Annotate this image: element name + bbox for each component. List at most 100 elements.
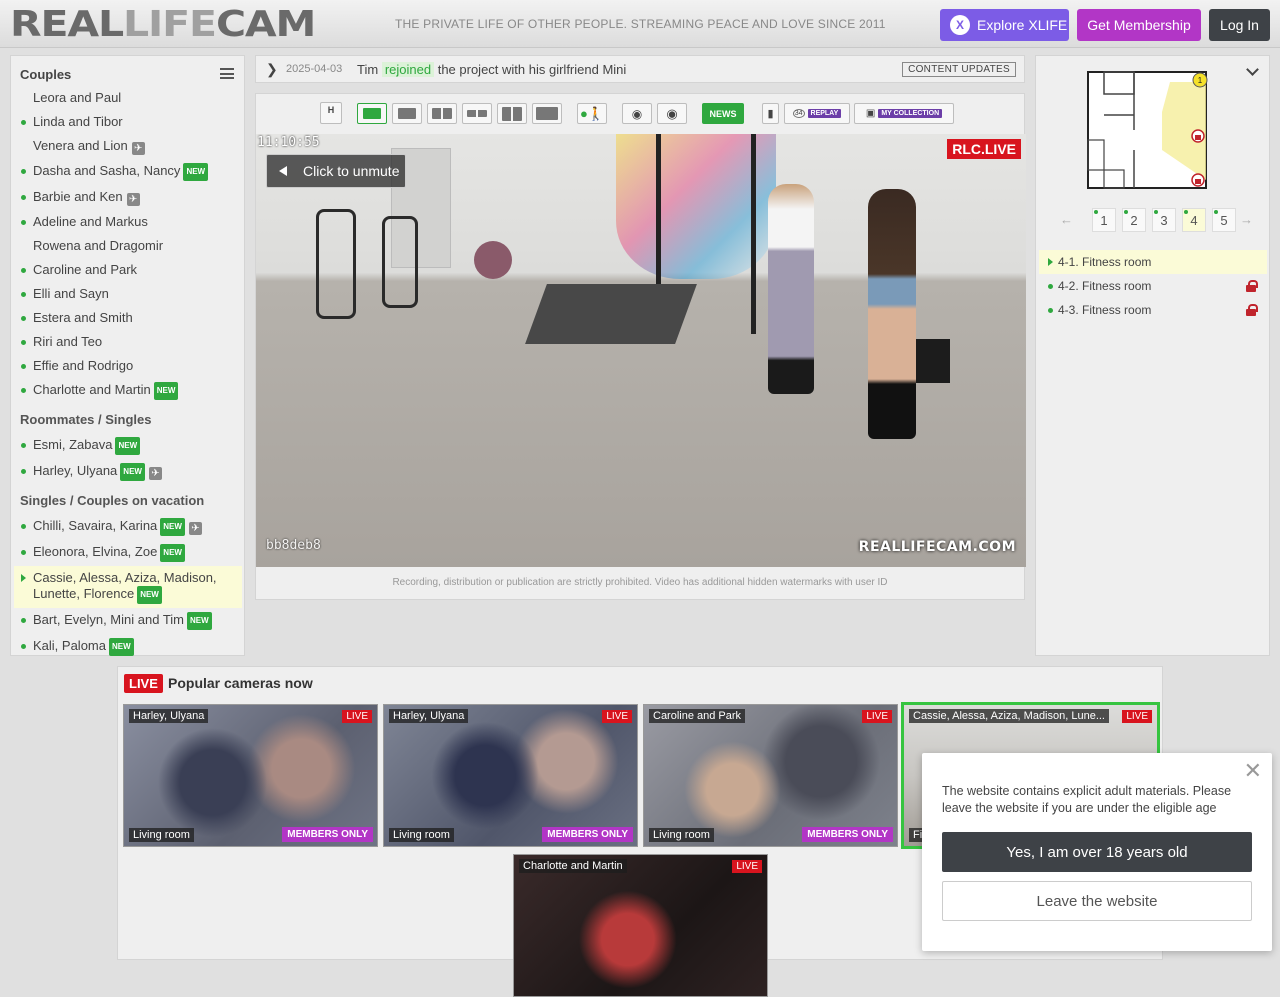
floorplan-map[interactable]: 1 [1086,70,1208,190]
layout-single-focus-button[interactable] [357,103,387,124]
roommates-heading: Roommates / Singles [20,412,152,427]
popular-live-badge: LIVE [124,674,163,693]
layout-4-button[interactable] [497,103,527,124]
my-collection-button[interactable]: ▣ MY COLLECTION [854,103,954,124]
site-logo[interactable]: REAL LIFE CAM [10,4,316,45]
sidebar-item[interactable]: Dasha and Sasha, Nancy NEW [14,159,242,185]
layout-2-button[interactable] [462,103,492,124]
sidebar-item[interactable]: Venera and Lion ✈ [14,134,242,159]
page-number: 2 [1130,212,1138,228]
online-dot-icon [1124,210,1128,214]
camera-thumbnail[interactable]: Caroline and Park LIVE Living room MEMBERS … [643,704,898,847]
camera-thumbnail[interactable]: Harley, Ulyana LIVE Living room MEMBERS ONL… [383,704,638,847]
sidebar-item[interactable]: Rowena and Dragomir [14,234,242,258]
eye-filled-icon: ◉ [666,105,678,121]
online-dot-icon [21,443,26,448]
site-header: REAL LIFE CAM THE PRIVATE LIFE OF OTHER PE… [0,0,1280,48]
online-dot-icon [21,524,26,529]
prev-page-arrow[interactable]: ← [1060,212,1073,227]
page-number: 4 [1190,212,1198,228]
chevron-down-icon[interactable] [1246,63,1259,76]
sidebar-item[interactable]: Adeline and Markus [14,210,242,234]
sidebar-item[interactable]: Riri and Teo [14,330,242,354]
lock-icon [1246,280,1258,292]
sidebar-item-label: Kali, Paloma [33,638,106,653]
sidebar-item[interactable]: Estera and Smith [14,306,242,330]
sidebar-item[interactable]: Harley, Ulyana NEW ✈ [14,459,242,485]
layout-1-2-icon [432,108,452,119]
hamburger-menu-icon[interactable] [220,68,234,79]
sidebar-item[interactable]: Charlotte and Martin NEW [14,378,242,404]
motion-detect-button[interactable]: ●🚶 [577,103,607,124]
room-item[interactable]: 4-3. Fitness room [1039,298,1267,322]
remote-button[interactable]: ▮ [762,103,779,124]
news-ticker[interactable]: ❯ 2025-04-03 Tim rejoined the project wi… [255,55,1025,83]
page-button[interactable]: 4 [1182,208,1206,232]
eye-button[interactable]: ◉ [622,103,652,124]
camera-thumbnail[interactable]: Harley, Ulyana LIVE Living room MEMBERS ONL… [123,704,378,847]
sidebar-item-label: Estera and Smith [33,310,133,325]
sidebar-item[interactable]: Esmi, Zabava NEW [14,433,242,459]
login-button[interactable]: Log In [1209,9,1270,41]
sidebar-item[interactable]: Elli and Sayn [14,282,242,306]
sidebar-item[interactable]: Cassie, Alessa, Aziza, Madison, Lunette, … [14,566,242,608]
couples-heading: Couples [20,67,72,82]
explore-xlife-button[interactable]: X Explore XLIFE [940,9,1069,41]
sidebar-item[interactable]: Kali, Paloma NEW [14,634,242,660]
new-badge: NEW [120,463,145,481]
room-item[interactable]: 4-2. Fitness room [1039,274,1267,298]
confirm-age-button[interactable]: Yes, I am over 18 years old [942,832,1252,872]
sidebar-item[interactable]: Effie and Rodrigo [14,354,242,378]
sidebar-item[interactable]: Linda and Tibor [14,110,242,134]
sidebar-item[interactable]: Chilli, Savaira, Karina NEW ✈ [14,514,242,540]
layout-full-button[interactable] [532,103,562,124]
unmute-button[interactable]: Click to unmute [266,154,406,188]
room-selector-panel: 1 ← 1 2 3 4 5 → 4-1. Fitness room 4-2. Fitnes… [1035,55,1270,656]
page-button[interactable]: 3 [1152,208,1176,232]
camera-preview [514,855,767,996]
person-walking-icon: ●🚶 [579,105,605,121]
online-dot-icon [21,550,26,555]
camera-name: Harley, Ulyana [389,709,469,723]
get-membership-button[interactable]: Get Membership [1077,9,1201,41]
airplane-icon: ✈ [148,467,162,480]
sidebar-item-label: Linda and Tibor [33,114,123,129]
replay-label: REPLAY [807,109,842,118]
page-button[interactable]: 5 [1212,208,1236,232]
leave-website-button[interactable]: Leave the website [942,881,1252,921]
sidebar-item-label: Dasha and Sasha, Nancy [33,163,181,178]
camera-thumbnail[interactable]: Charlotte and Martin LIVE [513,854,768,997]
sidebar-item[interactable]: Barbie and Ken ✈ [14,185,242,210]
online-dot-icon [21,340,26,345]
content-updates-button[interactable]: CONTENT UPDATES [902,62,1016,77]
sidebar-item[interactable]: Eleonora, Elvina, Zoe NEW [14,540,242,566]
next-page-arrow[interactable]: → [1240,212,1253,227]
news-button[interactable]: NEWS [702,103,744,124]
page-button[interactable]: 1 [1092,208,1116,232]
layout-single-button[interactable] [392,103,422,124]
video-disclaimer: Recording, distribution or publication a… [392,577,888,588]
layout-2-icon [467,110,487,117]
sidebar-item[interactable]: Bart, Evelyn, Mini and Tim NEW [14,608,242,634]
room-item[interactable]: 4-1. Fitness room [1039,250,1267,274]
sidebar-item[interactable]: Caroline and Park [14,258,242,282]
sidebar-item-label: Bart, Evelyn, Mini and Tim [33,612,184,627]
page-button[interactable]: 2 [1122,208,1146,232]
members-only-badge: MEMBERS ONLY [802,827,893,842]
chevron-right-icon[interactable]: ❯ [266,61,278,78]
online-dot-icon [21,220,26,225]
eye-filled-button[interactable]: ◉ [657,103,687,124]
close-icon[interactable]: ✕ [1244,759,1262,784]
sidebar-item-label: Eleonora, Elvina, Zoe [33,544,158,559]
page-number: 1 [1100,212,1108,228]
replay-button[interactable]: 34 REPLAY [784,103,850,124]
person-figure [868,189,916,439]
live-video[interactable]: 11:10:55 Click to unmute RLC.LIVE bb8deb… [256,134,1026,567]
layout-1-2-button[interactable] [427,103,457,124]
person-figure [768,184,814,394]
hd-toggle-button[interactable]: H [320,102,342,124]
singles-heading: Singles / Couples on vacation [20,493,205,508]
news-text: Tim rejoined the project with his girlfr… [357,62,627,77]
sidebar-item[interactable]: Leora and Paul [14,86,242,110]
airplane-icon: ✈ [131,142,145,155]
